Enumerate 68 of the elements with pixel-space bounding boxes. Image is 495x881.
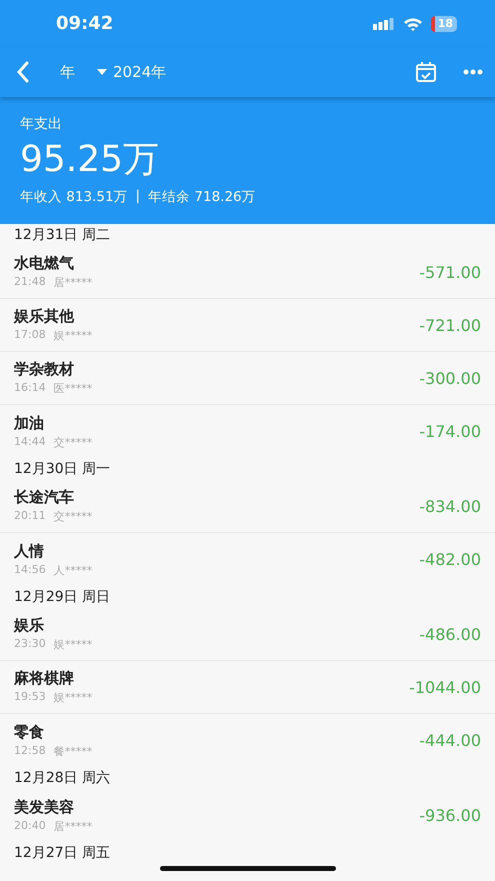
transaction-amount: -1044.00 [409, 678, 481, 696]
transaction-note: 医***** [54, 381, 92, 396]
transaction-time: 17:08 [14, 328, 46, 343]
caret-icon [97, 69, 107, 75]
transaction-row[interactable]: 学杂教材 16:14 医***** -300.00 [0, 352, 495, 405]
transaction-title: 娱乐其他 [14, 307, 75, 326]
transaction-title: 长途汽车 [14, 488, 75, 507]
transaction-note: 娱***** [54, 328, 92, 343]
transaction-title: 水电燃气 [14, 254, 75, 273]
transaction-note: 居***** [54, 818, 92, 834]
transaction-time: 20:40 [14, 818, 46, 834]
transaction-amount: -174.00 [419, 422, 481, 441]
transaction-time: 21:48 [14, 275, 46, 290]
transaction-note: 居***** [54, 275, 92, 290]
transaction-time: 16:14 [14, 381, 46, 396]
transaction-title: 零食 [14, 722, 45, 742]
transaction-amount: -300.00 [419, 368, 481, 388]
balance-total: 年结余 718.26万 [148, 188, 256, 206]
transaction-title: 麻将棋牌 [14, 669, 75, 688]
transaction-amount: -444.00 [419, 731, 481, 750]
transaction-row[interactable]: 零食 12:58 餐***** -444.00 [0, 714, 495, 767]
transaction-amount: -834.00 [419, 496, 481, 516]
transaction-note: 餐***** [54, 744, 92, 758]
transaction-note: 交***** [54, 434, 92, 450]
transaction-note: 交***** [54, 509, 92, 524]
date-header: 12月31日 周二 [14, 226, 110, 244]
status-time: 09:42 [56, 13, 114, 34]
transaction-row[interactable]: 美发美容 20:40 居***** -936.00 [0, 789, 495, 842]
transaction-amount: -571.00 [419, 262, 481, 282]
transaction-title: 美发美容 [14, 798, 75, 816]
back-icon[interactable] [16, 61, 30, 83]
transaction-time: 14:44 [14, 434, 46, 450]
transaction-row[interactable]: 人情 14:56 人***** -482.00 [0, 533, 495, 586]
transaction-row[interactable]: 加油 14:44 交***** -174.00 [0, 405, 495, 458]
wifi-icon [402, 16, 423, 30]
transaction-row[interactable]: 娱乐其他 17:08 娱***** -721.00 [0, 299, 495, 352]
transaction-row[interactable]: 长途汽车 20:11 交***** -834.00 [0, 480, 495, 533]
date-header: 12月28日 周六 [14, 769, 110, 787]
transaction-amount: -936.00 [419, 806, 481, 825]
battery-indicator: 18 [430, 16, 457, 32]
transaction-time: 23:30 [14, 637, 46, 652]
transaction-amount: -486.00 [419, 624, 481, 644]
transaction-title: 人情 [14, 542, 45, 560]
transaction-amount: -482.00 [419, 550, 481, 569]
transaction-time: 14:56 [14, 562, 46, 578]
separator: | [136, 188, 140, 206]
date-header: 12月30日 周一 [14, 460, 110, 478]
expense-total: 95.25万 [20, 138, 160, 182]
transaction-time: 19:53 [14, 690, 46, 705]
transaction-title: 娱乐 [14, 616, 45, 635]
transaction-note: 娱***** [54, 690, 92, 705]
transaction-note: 人***** [54, 562, 92, 578]
transaction-row[interactable]: 麻将棋牌 19:53 娱***** -1044.00 [0, 661, 495, 714]
transaction-note: 娱***** [54, 637, 92, 652]
transaction-amount: -721.00 [419, 316, 481, 334]
transaction-time: 12:58 [14, 744, 46, 758]
calendar-icon[interactable] [415, 61, 437, 83]
date-header: 12月27日 周五 [14, 844, 110, 862]
income-total: 年收入 813.51万 [20, 188, 128, 206]
date-header: 12月29日 周日 [14, 588, 110, 606]
transaction-title: 加油 [14, 414, 45, 432]
more-icon[interactable] [463, 69, 483, 75]
transaction-title: 学杂教材 [14, 360, 75, 379]
signal-icon [372, 18, 395, 30]
transaction-row[interactable]: 娱乐 23:30 娱***** -486.00 [0, 608, 495, 661]
summary-label: 年支出 [20, 115, 63, 133]
transaction-row[interactable]: 水电燃气 21:48 居***** -571.00 [0, 246, 495, 299]
transaction-time: 20:11 [14, 509, 46, 524]
